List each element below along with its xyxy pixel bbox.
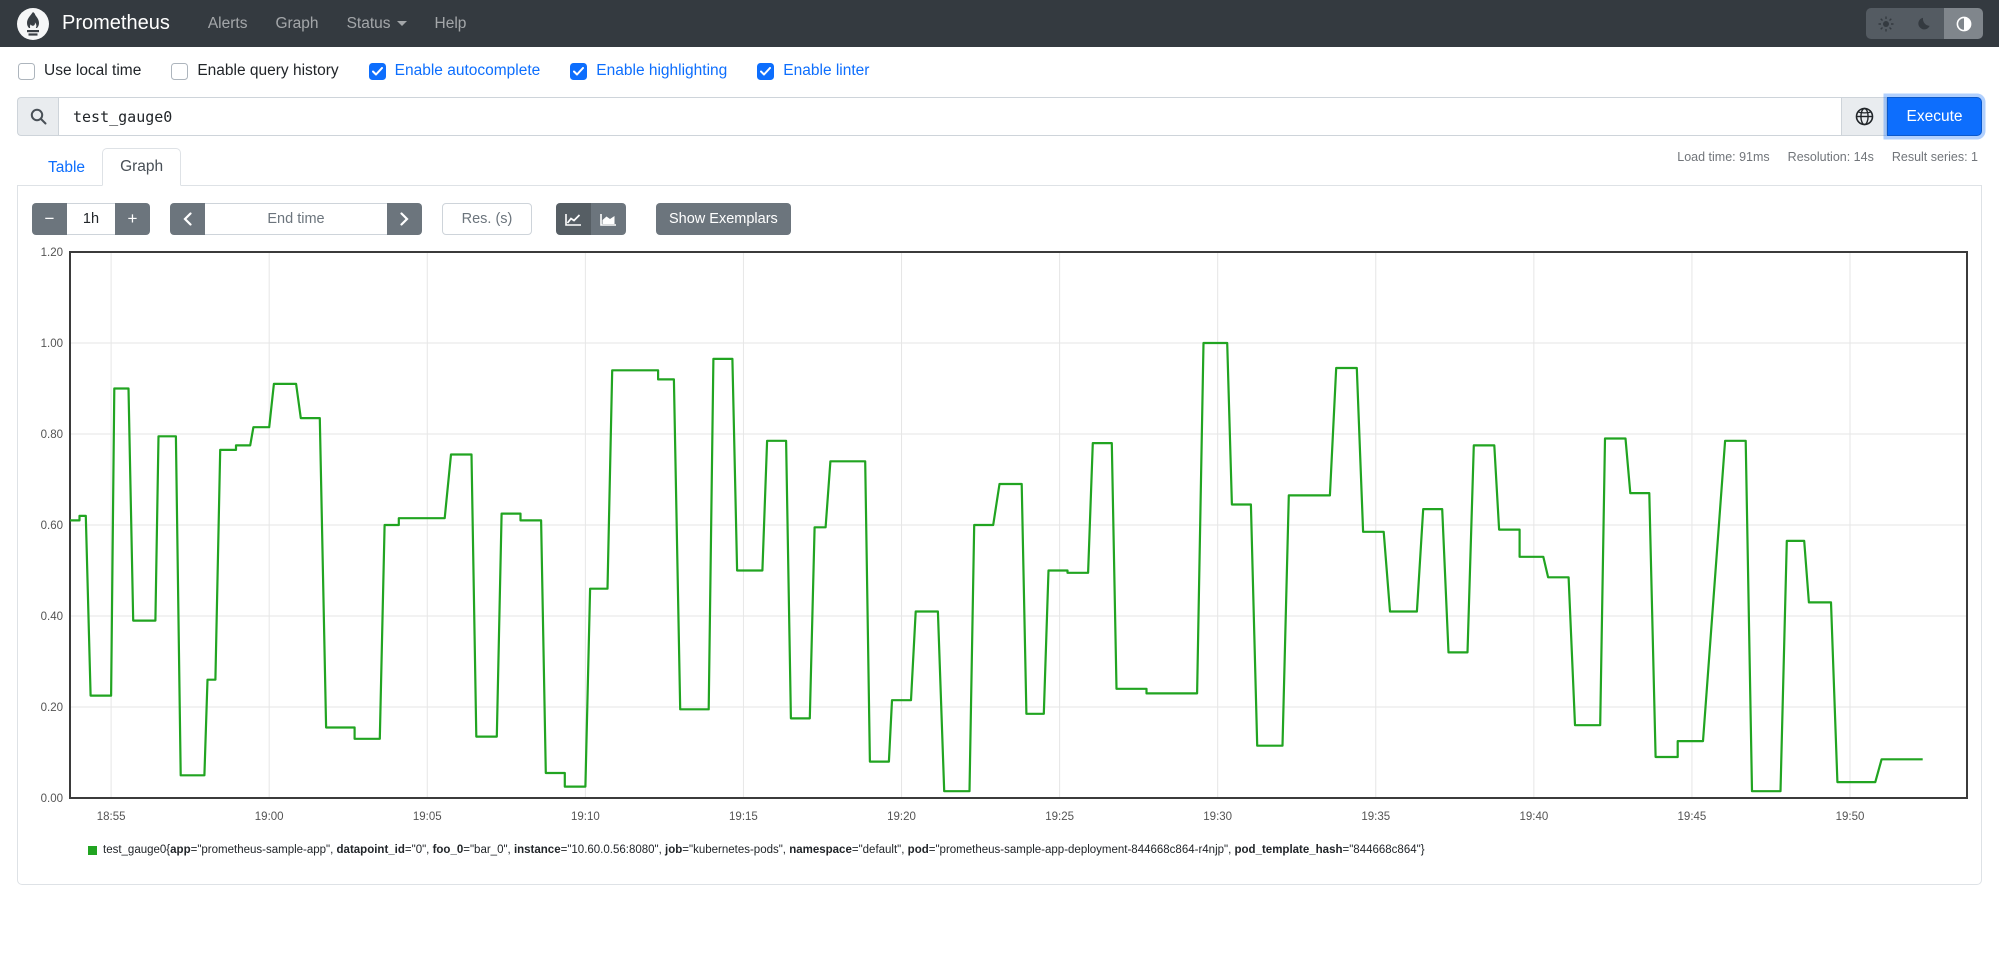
load-time: Load time: 91ms bbox=[1677, 150, 1770, 164]
checkbox-box bbox=[570, 62, 588, 80]
y-tick-label: 0.20 bbox=[41, 702, 63, 714]
globe-icon bbox=[1855, 107, 1873, 126]
nav-item-help[interactable]: Help bbox=[423, 7, 479, 41]
x-tick-label: 19:35 bbox=[1361, 811, 1390, 823]
checkbox-label: Use local time bbox=[44, 62, 142, 79]
checkbox-enable-highlighting[interactable]: Enable highlighting bbox=[570, 62, 727, 80]
checkbox-box bbox=[171, 62, 189, 80]
moon-icon bbox=[1918, 17, 1930, 30]
sun-icon bbox=[1878, 16, 1893, 31]
checkbox-use-local-time[interactable]: Use local time bbox=[18, 62, 141, 80]
series-label: test_gauge0{app="prometheus-sample-app",… bbox=[103, 844, 1425, 856]
checkbox-box bbox=[18, 62, 35, 80]
query-input[interactable] bbox=[58, 97, 1841, 136]
search-icon bbox=[30, 108, 46, 125]
nav-item-alerts[interactable]: Alerts bbox=[196, 7, 260, 41]
end-time-picker bbox=[170, 203, 422, 235]
chevron-left-icon bbox=[183, 212, 192, 226]
graph-panel: − + bbox=[17, 186, 1982, 885]
options-row: Use local time Enable query history Enable… bbox=[0, 47, 1999, 91]
show-exemplars-button[interactable]: Show Exemplars bbox=[656, 203, 791, 235]
check-icon bbox=[371, 66, 383, 75]
x-tick-label: 19:40 bbox=[1519, 811, 1548, 823]
checkbox-box bbox=[368, 62, 386, 80]
theme-toggle-group bbox=[1866, 8, 1983, 39]
nav-item-graph[interactable]: Graph bbox=[263, 7, 330, 41]
resolution: Resolution: 14s bbox=[1787, 150, 1874, 164]
x-tick-label: 19:30 bbox=[1203, 811, 1232, 823]
x-tick-label: 19:05 bbox=[413, 811, 442, 823]
increase-range-button[interactable]: + bbox=[115, 203, 150, 235]
check-icon bbox=[573, 66, 585, 75]
range-input[interactable] bbox=[67, 203, 115, 235]
search-addon bbox=[17, 97, 58, 136]
prometheus-logo-icon bbox=[17, 7, 49, 40]
legend-item[interactable]: test_gauge0{app="prometheus-sample-app",… bbox=[18, 834, 1981, 884]
line-chart-icon bbox=[565, 213, 581, 226]
result-series: Result series: 1 bbox=[1891, 150, 1978, 164]
line-chart-button[interactable] bbox=[556, 203, 591, 235]
x-tick-label: 19:45 bbox=[1678, 811, 1707, 823]
brand-title: Prometheus bbox=[62, 12, 170, 34]
y-tick-label: 1.20 bbox=[41, 247, 63, 259]
checkbox-enable-autocomplete[interactable]: Enable autocomplete bbox=[368, 62, 541, 80]
dark-theme-button[interactable] bbox=[1905, 8, 1944, 39]
y-tick-label: 0.40 bbox=[41, 611, 63, 623]
chevron-right-icon bbox=[400, 212, 409, 226]
stacked-chart-icon bbox=[600, 213, 616, 226]
checkbox-box bbox=[757, 62, 775, 80]
nav-links: Alerts Graph Status Help bbox=[196, 7, 479, 41]
tab-table[interactable]: Table bbox=[31, 150, 102, 186]
range-stepper: − + bbox=[32, 203, 150, 235]
checkbox-label: Enable autocomplete bbox=[394, 62, 541, 79]
next-time-button[interactable] bbox=[387, 203, 422, 235]
y-tick-label: 0.60 bbox=[41, 520, 63, 532]
chevron-down-icon bbox=[396, 20, 407, 26]
light-theme-button[interactable] bbox=[1866, 8, 1905, 39]
x-tick-label: 18:55 bbox=[97, 811, 126, 823]
checkbox-enable-linter[interactable]: Enable linter bbox=[757, 62, 869, 80]
chart-type-toggle bbox=[556, 203, 626, 235]
x-tick-label: 19:10 bbox=[571, 811, 600, 823]
checkbox-label: Enable highlighting bbox=[596, 62, 728, 79]
meta-row: Load time: 91ms Resolution: 14s Result s… bbox=[17, 144, 1982, 186]
prev-time-button[interactable] bbox=[170, 203, 205, 235]
series-swatch bbox=[88, 845, 97, 855]
x-tick-label: 19:20 bbox=[887, 811, 916, 823]
navbar: Prometheus Alerts Graph Status Help bbox=[0, 0, 1999, 47]
nav-item-status-dropdown[interactable]: Status bbox=[335, 7, 419, 41]
graph-controls: − + bbox=[18, 186, 1981, 247]
y-tick-label: 0.00 bbox=[41, 793, 63, 805]
x-tick-label: 19:15 bbox=[729, 811, 758, 823]
checkbox-label: Enable query history bbox=[197, 62, 339, 79]
chart-area: 0.00 0.20 0.40 0.60 0.80 1.00 1.20 18:55 19:00 19… bbox=[18, 247, 1981, 834]
execute-button[interactable]: Execute bbox=[1887, 97, 1982, 136]
query-bar: Execute bbox=[17, 97, 1982, 136]
x-tick-label: 19:00 bbox=[255, 811, 284, 823]
tab-graph[interactable]: Graph bbox=[102, 148, 182, 186]
end-time-input[interactable] bbox=[205, 203, 387, 235]
y-tick-label: 1.00 bbox=[41, 338, 63, 350]
x-tick-label: 19:25 bbox=[1045, 811, 1074, 823]
x-tick-label: 19:50 bbox=[1836, 811, 1865, 823]
auto-theme-button[interactable] bbox=[1944, 8, 1983, 39]
series-line bbox=[70, 341, 1923, 793]
metrics-explorer-button[interactable] bbox=[1841, 97, 1887, 136]
checkbox-label: Enable linter bbox=[783, 62, 870, 79]
checkbox-enable-query-history[interactable]: Enable query history bbox=[171, 62, 339, 80]
half-circle-icon bbox=[1956, 16, 1971, 31]
resolution-input[interactable] bbox=[442, 203, 532, 235]
brand-link[interactable]: Prometheus bbox=[16, 7, 170, 41]
time-series-chart: 0.00 0.20 0.40 0.60 0.80 1.00 1.20 18:55 19:00 19… bbox=[41, 247, 1968, 823]
check-icon bbox=[760, 66, 772, 75]
query-stats: Load time: 91ms Resolution: 14s Result s… bbox=[1677, 150, 1978, 164]
y-tick-label: 0.80 bbox=[41, 429, 63, 441]
stacked-chart-button[interactable] bbox=[591, 203, 626, 235]
decrease-range-button[interactable]: − bbox=[32, 203, 67, 235]
